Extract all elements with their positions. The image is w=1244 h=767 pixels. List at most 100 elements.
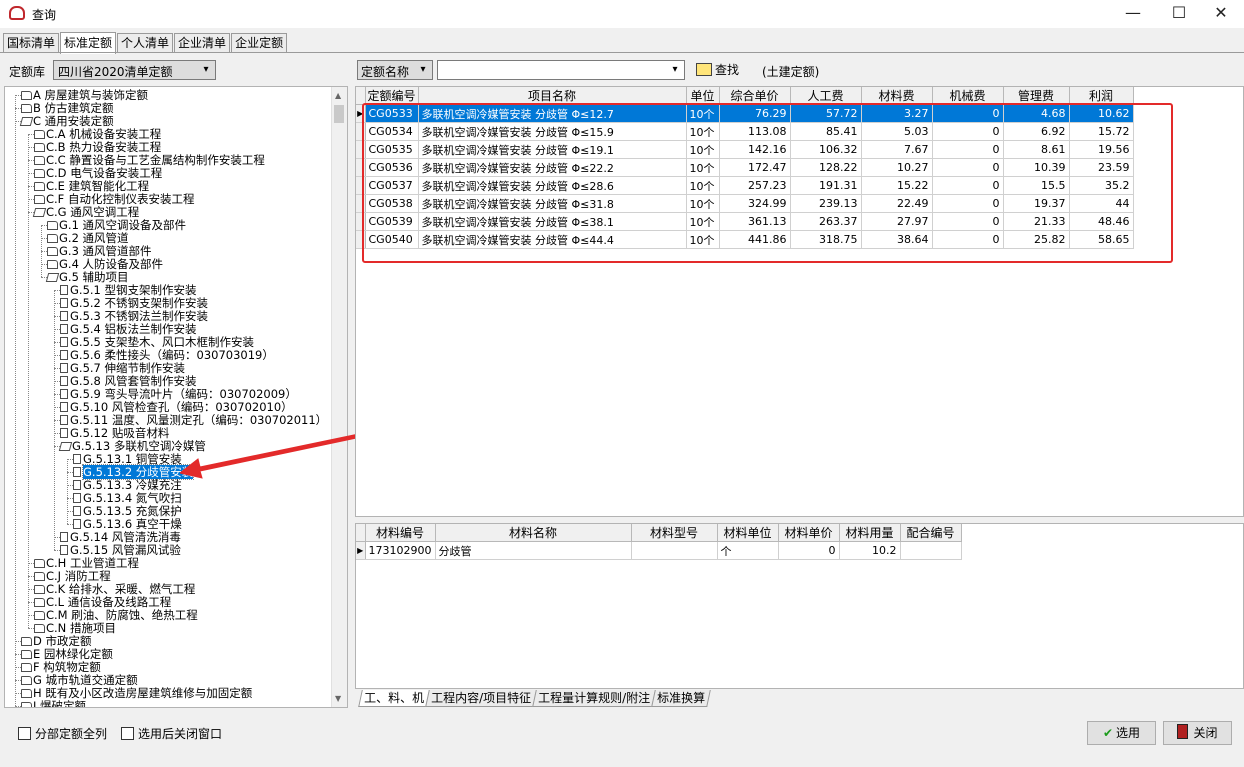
mat-header-name[interactable]: 材料名称 xyxy=(435,524,632,542)
folder-icon xyxy=(47,260,58,269)
document-icon xyxy=(60,298,68,308)
tree-node-label: G.5.2 不锈钢支架制作安装 xyxy=(70,296,209,310)
folder-icon xyxy=(34,585,45,594)
material-row[interactable]: ▶ 173102900 分歧管 个 0 10.2 xyxy=(356,541,962,560)
material-grid: 材料编号 材料名称 材料型号 材料单位 材料单价 材料用量 配合编号 ▶ 1731… xyxy=(355,523,1244,689)
tab-work-content[interactable]: 工程内容/项目特征 xyxy=(425,690,537,707)
tree-scroll-thumb[interactable] xyxy=(334,105,344,123)
maximize-button[interactable]: ☐ xyxy=(1156,0,1202,28)
header-name[interactable]: 项目名称 xyxy=(418,87,687,105)
document-icon xyxy=(73,467,81,477)
tree-node-label: C.B 热力设备安装工程 xyxy=(46,140,162,154)
search-field-select[interactable]: 定额名称 ▾ xyxy=(357,60,433,80)
tab-calc-rules[interactable]: 工程量计算规则/附注 xyxy=(532,690,656,707)
tree-node-label: C 通用安装定额 xyxy=(33,114,114,128)
tab-enterprise-list[interactable]: 企业清单 xyxy=(174,33,231,53)
document-icon xyxy=(60,389,68,399)
tree-node-label: G.5.4 铝板法兰制作安装 xyxy=(70,322,197,336)
checkbox-box[interactable] xyxy=(18,727,31,740)
material-cell[interactable]: 分歧管 xyxy=(435,541,632,560)
mat-header-model[interactable]: 材料型号 xyxy=(631,524,718,542)
header-management[interactable]: 管理费 xyxy=(1003,87,1070,105)
mat-header-mix[interactable]: 配合编号 xyxy=(900,524,962,542)
library-label: 定额库 xyxy=(9,65,46,79)
checkbox-box[interactable] xyxy=(121,727,134,740)
quota-header-row: 定额编号 项目名称 单位 综合单价 人工费 材料费 机械费 管理费 利润 xyxy=(356,87,1134,105)
mat-header-unit[interactable]: 材料单位 xyxy=(717,524,779,542)
title-bar: 查询 — ☐ ✕ xyxy=(0,0,1244,28)
check-all-checkbox[interactable]: 分部定额全列 xyxy=(18,727,107,741)
scroll-down-icon[interactable]: ▼ xyxy=(335,694,341,703)
library-select[interactable]: 四川省2020清单定额 ▾ xyxy=(53,60,216,80)
mat-header-code[interactable]: 材料编号 xyxy=(365,524,436,542)
tree-node-label: E 园林绿化定额 xyxy=(33,647,113,661)
quota-tree[interactable]: A 房屋建筑与装饰定额 B 仿古建筑定额 C 通用安装定额 C.A 机械设备安装工程 C… xyxy=(4,86,348,708)
checkmark-icon: ✔ xyxy=(1102,726,1114,740)
material-cell[interactable]: 0 xyxy=(778,541,840,560)
tree-node-label: G.5.13.2 分歧管安装 xyxy=(81,464,195,480)
select-button-label: 选用 xyxy=(1116,726,1141,740)
tree-node-label: G.2 通风管道 xyxy=(59,231,129,245)
mat-header-qty[interactable]: 材料用量 xyxy=(839,524,901,542)
tree-node-label: J 爆破定额 xyxy=(33,699,87,708)
tree-node-label: G.5.9 弯头导流叶片（编码：030702009） xyxy=(70,387,297,401)
select-button[interactable]: ✔ 选用 xyxy=(1087,721,1156,745)
tree-node-label: G.5.15 风管漏风试验 xyxy=(70,543,181,557)
folder-icon xyxy=(34,182,45,191)
mat-header-price[interactable]: 材料单价 xyxy=(778,524,840,542)
tree-node[interactable]: J 爆破定额 xyxy=(21,699,87,708)
header-unit-price[interactable]: 综合单价 xyxy=(719,87,791,105)
material-cell[interactable] xyxy=(631,541,718,560)
close-button[interactable]: 关闭 xyxy=(1163,721,1232,745)
tab-standard-conversion[interactable]: 标准换算 xyxy=(651,690,711,707)
document-icon xyxy=(60,337,68,347)
tree-node-label: G.5 辅助项目 xyxy=(59,270,129,284)
tree-node-label: C.G 通风空调工程 xyxy=(46,205,140,219)
document-icon xyxy=(60,350,68,360)
folder-icon xyxy=(34,624,45,633)
tab-standard-quota[interactable]: 标准定额 xyxy=(60,32,117,54)
header-material[interactable]: 材料费 xyxy=(861,87,933,105)
search-input[interactable]: ▾ xyxy=(437,60,685,80)
header-labor[interactable]: 人工费 xyxy=(790,87,862,105)
scroll-up-icon[interactable]: ▲ xyxy=(335,91,341,100)
tree-connector xyxy=(41,264,42,277)
document-icon xyxy=(60,532,68,542)
tree-node-label: G.5.13.5 充氮保护 xyxy=(83,504,182,518)
header-code[interactable]: 定额编号 xyxy=(365,87,419,105)
tree-scrollbar[interactable]: ▲ ▼ xyxy=(331,87,347,707)
header-machinery[interactable]: 机械费 xyxy=(932,87,1004,105)
material-cell[interactable] xyxy=(900,541,962,560)
folder-icon xyxy=(34,195,45,204)
app-icon xyxy=(9,6,25,20)
header-unit[interactable]: 单位 xyxy=(686,87,720,105)
material-cell[interactable]: 10.2 xyxy=(839,541,901,560)
material-cell[interactable]: 个 xyxy=(717,541,779,560)
close-after-select-label: 选用后关闭窗口 xyxy=(138,727,223,741)
tab-labor-material-machine[interactable]: 工、料、机 xyxy=(358,690,430,707)
tree-node-label: G.5.3 不锈钢法兰制作安装 xyxy=(70,309,209,323)
tab-label: 标准换算 xyxy=(657,691,706,705)
find-button-label: 查找 xyxy=(715,63,740,77)
tree-connector xyxy=(54,446,55,550)
document-icon xyxy=(60,285,68,295)
tree-node-label: C.N 措施项目 xyxy=(46,621,116,635)
material-cell[interactable]: 173102900 xyxy=(365,541,436,560)
close-window-button[interactable]: ✕ xyxy=(1198,0,1244,28)
tab-national-list[interactable]: 国标清单 xyxy=(3,33,60,53)
find-button[interactable]: 查找 xyxy=(694,61,739,81)
document-icon xyxy=(73,454,81,464)
material-table: 材料编号 材料名称 材料型号 材料单位 材料单价 材料用量 配合编号 ▶ 1731… xyxy=(356,524,962,560)
folder-icon xyxy=(34,130,45,139)
minimize-button[interactable]: — xyxy=(1110,0,1156,28)
tab-personal-list[interactable]: 个人清单 xyxy=(117,33,174,53)
folder-open-icon xyxy=(32,208,47,217)
main-tabs: 国标清单 标准定额 个人清单 企业清单 企业定额 xyxy=(3,31,288,54)
folder-icon xyxy=(21,689,32,698)
document-icon xyxy=(73,506,81,516)
header-profit[interactable]: 利润 xyxy=(1069,87,1134,105)
tab-enterprise-quota[interactable]: 企业定额 xyxy=(231,33,288,53)
tree-node-label: G.5.8 风管套管制作安装 xyxy=(70,374,197,388)
close-after-select-checkbox[interactable]: 选用后关闭窗口 xyxy=(121,727,222,741)
annotation-box xyxy=(362,103,1173,263)
